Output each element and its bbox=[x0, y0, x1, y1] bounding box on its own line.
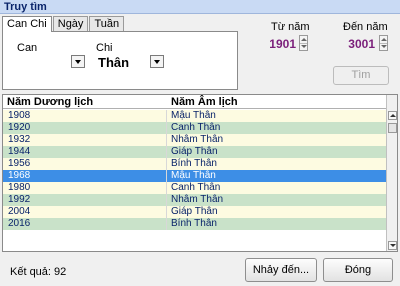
column-header-lunar[interactable]: Năm Âm lịch bbox=[171, 95, 238, 109]
solar-year-cell: 1992 bbox=[3, 194, 167, 206]
table-row[interactable]: 1992 Nhâm Thân bbox=[3, 194, 387, 206]
table-row[interactable]: 2004 Giáp Thân bbox=[3, 206, 387, 218]
table-row[interactable]: 1908 Mậu Thân bbox=[3, 110, 387, 122]
jump-to-label: Nhảy đến... bbox=[252, 264, 310, 276]
table-header: Năm Dương lịch Năm Âm lịch bbox=[3, 95, 387, 109]
table-row[interactable]: 2016 Bính Thân bbox=[3, 218, 387, 230]
spin-up-icon[interactable] bbox=[301, 38, 307, 41]
spin-up-icon[interactable] bbox=[381, 38, 387, 41]
window-title: Truy tìm bbox=[4, 1, 47, 13]
column-header-solar[interactable]: Năm Dương lịch bbox=[7, 95, 93, 109]
scroll-down-icon[interactable] bbox=[388, 241, 397, 250]
vertical-scrollbar[interactable] bbox=[386, 95, 397, 251]
table-row[interactable]: 1920 Canh Thân bbox=[3, 122, 387, 134]
solar-year-cell: 1980 bbox=[3, 182, 167, 194]
lunar-year-cell: Mậu Thân bbox=[171, 110, 216, 121]
tab-strip: Can Chi Ngày Tuần bbox=[2, 16, 125, 32]
tab-tuan[interactable]: Tuần bbox=[89, 16, 125, 31]
from-year-spinner[interactable] bbox=[299, 35, 308, 51]
lunar-year-cell: Bính Thân bbox=[171, 218, 217, 229]
tab-ngay[interactable]: Ngày bbox=[52, 16, 89, 31]
table-row[interactable]: 1932 Nhâm Thân bbox=[3, 134, 387, 146]
chi-label: Chi bbox=[96, 42, 113, 54]
from-year-input[interactable]: 1901 bbox=[262, 37, 296, 51]
from-year-label: Từ năm bbox=[271, 21, 310, 33]
table-row[interactable]: 1956 Bính Thân bbox=[3, 158, 387, 170]
solar-year-cell: 1908 bbox=[3, 110, 167, 122]
solar-year-cell: 2016 bbox=[3, 218, 167, 230]
result-count: Kết quả: 92 bbox=[10, 266, 67, 278]
lunar-year-cell: Bính Thân bbox=[171, 158, 217, 169]
lunar-year-cell: Giáp Thân bbox=[171, 146, 218, 157]
spin-down-icon[interactable] bbox=[381, 45, 387, 48]
to-year-input[interactable]: 3001 bbox=[339, 37, 375, 51]
close-button[interactable]: Đóng bbox=[323, 258, 393, 282]
table-row[interactable]: 1980 Canh Thân bbox=[3, 182, 387, 194]
to-year-spinner[interactable] bbox=[379, 35, 388, 51]
jump-to-button[interactable]: Nhảy đến... bbox=[245, 258, 317, 282]
title-bar: Truy tìm bbox=[0, 0, 400, 14]
lunar-year-cell: Nhâm Thân bbox=[171, 194, 224, 205]
search-button[interactable]: Tìm bbox=[333, 66, 389, 85]
solar-year-cell: 1932 bbox=[3, 134, 167, 146]
solar-year-cell: 1968 bbox=[3, 170, 167, 182]
lunar-year-cell: Mậu Thân bbox=[171, 170, 216, 181]
chi-value: Thân bbox=[98, 55, 130, 70]
lunar-year-cell: Giáp Thân bbox=[171, 206, 218, 217]
results-table: Năm Dương lịch Năm Âm lịch 1908 Mậu Thân 1… bbox=[2, 94, 398, 252]
lunar-year-cell: Nhâm Thân bbox=[171, 134, 224, 145]
table-row[interactable]: 1944 Giáp Thân bbox=[3, 146, 387, 158]
solar-year-cell: 1956 bbox=[3, 158, 167, 170]
table-row[interactable]: 1968 Mậu Thân bbox=[3, 170, 387, 182]
scroll-thumb[interactable] bbox=[388, 123, 397, 133]
to-year-label: Đến năm bbox=[343, 21, 388, 33]
scroll-up-icon[interactable] bbox=[388, 111, 397, 120]
solar-year-cell: 1944 bbox=[3, 146, 167, 158]
spin-down-icon[interactable] bbox=[301, 45, 307, 48]
can-label: Can bbox=[17, 42, 38, 54]
tab-panel-can-chi: Can Chi Thân bbox=[2, 31, 238, 90]
solar-year-cell: 2004 bbox=[3, 206, 167, 218]
solar-year-cell: 1920 bbox=[3, 122, 167, 134]
lunar-year-cell: Canh Thân bbox=[171, 122, 221, 133]
can-dropdown-button[interactable] bbox=[71, 55, 85, 68]
chi-dropdown-button[interactable] bbox=[150, 55, 164, 68]
lunar-year-cell: Canh Thân bbox=[171, 182, 221, 193]
tab-can-chi[interactable]: Can Chi bbox=[2, 16, 52, 32]
